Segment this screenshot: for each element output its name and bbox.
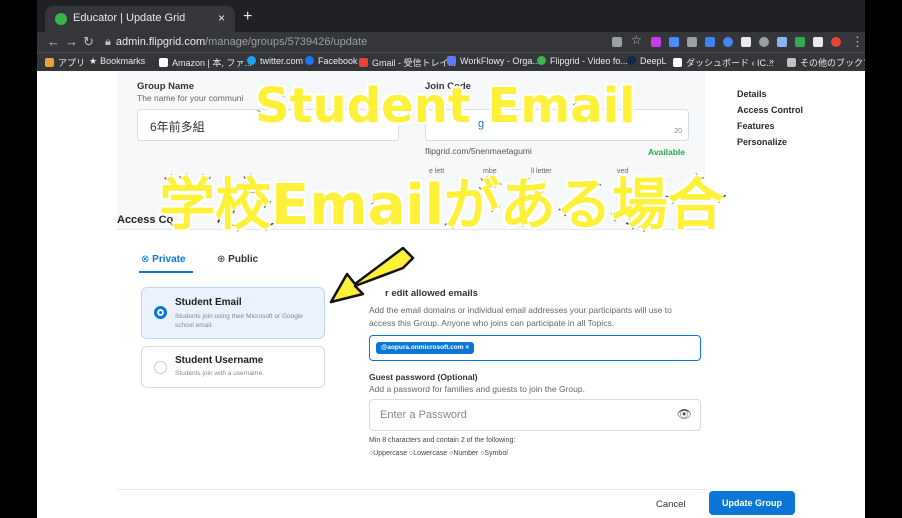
back-icon[interactable]: ← [47, 34, 60, 49]
bookmark-item[interactable]: Facebook [305, 56, 358, 66]
amazon-icon [159, 58, 168, 67]
forward-icon[interactable]: → [65, 34, 78, 49]
tab-title: Educator | Update Grid [73, 12, 186, 24]
deepl-icon [627, 56, 636, 65]
bookmark-item[interactable]: その他のブックマーク [787, 56, 865, 69]
browser-tab-strip: Educator | Update Grid × + [37, 0, 865, 32]
extension-icon[interactable] [651, 37, 661, 47]
address-bar[interactable]: 🔒︎ admin.flipgrid.com/manage/groups/57394… [105, 35, 545, 50]
new-tab-icon[interactable]: + [243, 8, 252, 26]
bookmark-item[interactable]: twitter.com [247, 56, 303, 66]
star-icon[interactable]: ☆ [631, 33, 642, 47]
flipgrid-icon [537, 56, 546, 65]
option-description: Students join with a username. [175, 370, 264, 377]
allowed-emails-input[interactable]: @aopura.onmicrosoft.com × [369, 335, 701, 361]
extension-icon[interactable] [741, 37, 751, 47]
radio-unselected[interactable] [154, 361, 167, 374]
guest-password-description: Add a password for families and guests t… [369, 384, 585, 394]
char-count: 20 [674, 128, 682, 135]
lock-icon: ⊗ [141, 254, 150, 265]
screen: Educator | Update Grid × + ← → ↻ 🔒︎ admin… [37, 0, 865, 518]
radio-selected[interactable] [154, 306, 167, 319]
guest-password-label: Guest password (Optional) [369, 372, 478, 382]
dashboard-icon [673, 58, 682, 67]
star-icon: ★ [89, 56, 98, 66]
tab-active-indicator [139, 271, 193, 273]
password-rules: Min 8 characters and contain 2 of the fo… [369, 437, 516, 444]
group-name-hint: The name for your communi [137, 93, 244, 103]
flipgrid-favicon-icon [55, 13, 67, 25]
section-nav-details[interactable]: Details [737, 89, 767, 99]
extension-icon[interactable] [795, 37, 805, 47]
caption-middle: 学校Emailがある場合 [158, 172, 726, 240]
section-nav-features[interactable]: Features [737, 121, 775, 131]
extension-icon[interactable] [687, 37, 697, 47]
menu-icon[interactable]: ⋮ [851, 34, 864, 50]
tab-close-icon[interactable]: × [218, 11, 225, 25]
reload-icon[interactable]: ↻ [83, 34, 94, 50]
facebook-icon [305, 56, 314, 65]
web-page: Group Name The name for your communi 6年前… [37, 71, 865, 518]
availability-status: Available [648, 147, 686, 157]
bookmarks-bar: アプリ ★ Bookmarks Amazon | 本, ファ... twitter… [37, 52, 865, 71]
url-domain: admin.flipgrid.com [115, 36, 206, 48]
bookmark-item[interactable]: DeepL [627, 56, 667, 66]
extension-icon[interactable] [705, 37, 715, 47]
gmail-icon [359, 58, 368, 67]
tab-private[interactable]: ⊗ Private [141, 254, 186, 265]
option-title: Student Email [175, 297, 242, 308]
twitter-icon [247, 56, 256, 65]
section-nav: Details Access Control Features Personal… [705, 71, 865, 518]
bookmark-item[interactable]: ダッシュボード ‹ IC... [673, 56, 774, 69]
pointer-arrow-icon [329, 246, 415, 304]
profile-avatar[interactable] [831, 37, 841, 47]
bookmark-item[interactable]: WorkFlowy - Orga... [447, 56, 540, 66]
left-gutter [37, 71, 117, 518]
section-nav-personalize[interactable]: Personalize [737, 137, 787, 147]
extension-icon[interactable] [777, 37, 787, 47]
option-title: Student Username [175, 355, 264, 366]
browser-toolbar: ← → ↻ 🔒︎ admin.flipgrid.com/manage/groups… [37, 32, 865, 52]
bookmark-item[interactable]: アプリ [45, 56, 85, 69]
browser-tab[interactable]: Educator | Update Grid × [45, 6, 235, 32]
url-path: /manage/groups/5739426/update [205, 36, 368, 48]
bookmark-overflow[interactable]: » [769, 56, 774, 66]
lock-icon: 🔒︎ [105, 36, 111, 48]
apps-icon [45, 58, 54, 67]
password-checklist: ○Uppercase ○Lowercase ○Number ○Symbol [369, 450, 508, 457]
email-domain-chip[interactable]: @aopura.onmicrosoft.com × [376, 342, 475, 354]
group-name-value: 6年前多組 [150, 120, 205, 134]
extension-icon[interactable] [669, 37, 679, 47]
extension-icon[interactable] [723, 37, 733, 47]
join-url: flipgrid.com/5nenmaetagumi [425, 146, 532, 156]
bookmark-item[interactable]: Gmail - 受信トレイ... [359, 56, 456, 69]
translate-icon[interactable] [612, 37, 622, 47]
bookmark-item[interactable]: Flipgrid - Video fo... [537, 56, 628, 66]
tab-public[interactable]: ⊕ Public [217, 254, 258, 265]
option-student-email[interactable]: Student Email Students join using their … [141, 287, 325, 339]
bookmark-item[interactable]: Amazon | 本, ファ... [159, 56, 252, 69]
option-description: Students join using their Microsoft or G… [175, 313, 303, 329]
folder-icon [787, 58, 796, 67]
bookmark-item[interactable]: ★ Bookmarks [89, 56, 145, 67]
update-group-button[interactable]: Update Group [709, 491, 795, 515]
section-nav-access-control[interactable]: Access Control [737, 105, 803, 115]
password-placeholder: Enter a Password [380, 409, 467, 421]
caption-top: Student Email [254, 77, 638, 136]
workflowy-icon [447, 56, 456, 65]
form-footer: Cancel [117, 489, 705, 518]
group-name-label: Group Name [137, 81, 195, 92]
puzzle-icon[interactable] [813, 37, 823, 47]
password-input[interactable]: Enter a Password 👁︎ [369, 399, 701, 431]
eye-icon[interactable]: 👁︎ [677, 407, 692, 421]
extension-icon[interactable] [759, 37, 769, 47]
cancel-button[interactable]: Cancel [656, 499, 686, 510]
option-student-username[interactable]: Student Username Students join with a us… [141, 346, 325, 388]
globe-icon: ⊕ [217, 254, 226, 265]
